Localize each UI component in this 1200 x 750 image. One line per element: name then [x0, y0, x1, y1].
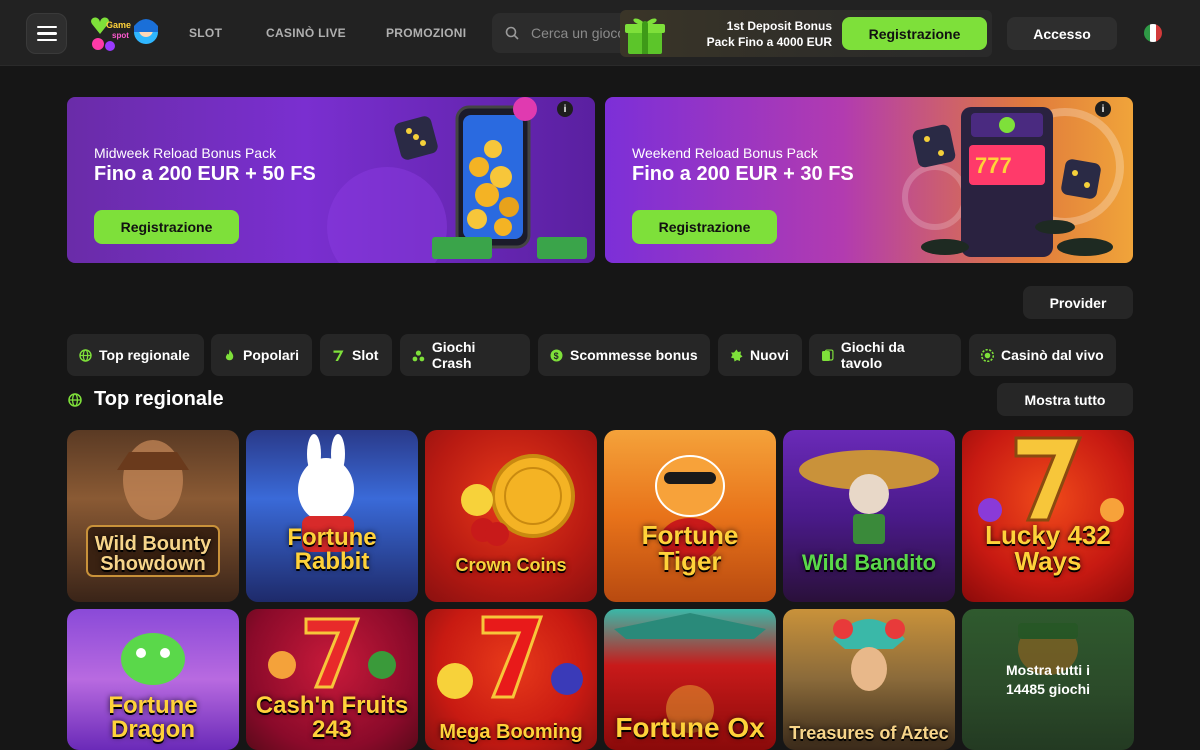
- promo-headline: Fino a 200 EUR + 50 FS: [94, 163, 316, 185]
- rocket-icon: [412, 349, 425, 361]
- promo-register-button[interactable]: Registrazione: [632, 210, 777, 244]
- category-label: Slot: [352, 347, 379, 363]
- flame-icon: [225, 349, 234, 360]
- search-icon: [505, 26, 519, 40]
- section-title: Top regionale: [94, 388, 224, 410]
- show-all-button[interactable]: Mostra tutto: [997, 383, 1133, 416]
- seven-icon: [333, 350, 344, 361]
- game-title: Wild Bandito: [801, 550, 937, 575]
- italy-flag-icon[interactable]: [1144, 24, 1162, 42]
- category-label: Nuovi: [750, 347, 789, 363]
- game-tile-fortune-tiger[interactable]: Fortune Tiger: [604, 430, 776, 602]
- globe-icon: [79, 348, 92, 362]
- register-button[interactable]: Registrazione: [842, 17, 987, 50]
- nav-slot[interactable]: SLOT: [189, 26, 222, 40]
- nav-promozioni[interactable]: PROMOZIONI: [386, 26, 466, 40]
- promo-banner-weekend[interactable]: 777 i Weekend Reload Bonus Pack Fino a 2…: [605, 97, 1133, 263]
- slot-machine-illustration: 777: [902, 107, 1124, 257]
- game-tile-lucky-432-ways[interactable]: Lucky 432 Ways: [962, 430, 1134, 602]
- game-tile-cash-n-fruits-243[interactable]: Cash'n Fruits 243: [246, 609, 418, 750]
- game-title: Fortune Dragon: [108, 692, 198, 743]
- promo-subtitle: Midweek Reload Bonus Pack: [94, 145, 277, 161]
- game-tile-wild-bounty-showdown[interactable]: Wild Bounty Showdown: [67, 430, 239, 602]
- login-button[interactable]: Accesso: [1007, 17, 1117, 50]
- promo-banner-midweek[interactable]: i Midweek Reload Bonus Pack Fino a 200 E…: [67, 97, 595, 263]
- info-icon[interactable]: i: [1095, 101, 1111, 117]
- category-popolari[interactable]: Popolari: [211, 334, 312, 376]
- hamburger-icon: [36, 25, 57, 29]
- category-label: Giochi Crash: [431, 339, 476, 371]
- search-box[interactable]: [492, 13, 632, 53]
- game-tile-wild-bandito[interactable]: Wild Bandito: [783, 430, 955, 602]
- category-casino-dal-vivo[interactable]: Casinò dal vivo: [969, 334, 1116, 376]
- game-title: Wild Bounty Showdown: [94, 533, 212, 575]
- globe-icon: [68, 393, 82, 407]
- svg-text:Game: Game: [106, 20, 131, 30]
- gift-icon: [625, 18, 665, 54]
- game-title: Fortune Ox: [615, 712, 765, 743]
- svg-text:777: 777: [975, 153, 1012, 178]
- promo-headline: Fino a 200 EUR + 30 FS: [632, 163, 854, 185]
- game-title: Cash'n Fruits 243: [255, 692, 409, 743]
- category-nuovi[interactable]: Nuovi: [718, 334, 802, 376]
- cards-icon: [821, 348, 834, 361]
- svg-text:spot: spot: [112, 31, 129, 40]
- promo-subtitle: Weekend Reload Bonus Pack: [632, 145, 818, 161]
- game-title: Treasures of Aztec: [789, 723, 949, 743]
- game-tile-fortune-ox[interactable]: Fortune Ox: [604, 609, 776, 750]
- game-title: Crown Coins: [455, 555, 567, 575]
- coin-icon: $: [550, 349, 563, 361]
- category-label: Casinò dal vivo: [1001, 347, 1104, 363]
- category-scommesse-bonus[interactable]: $ Scommesse bonus: [538, 334, 710, 376]
- category-giochi-da-tavolo[interactable]: Giochi da tavolo: [809, 334, 961, 376]
- game-tile-fortune-dragon[interactable]: Fortune Dragon: [67, 609, 239, 750]
- star-badge-icon: [731, 349, 743, 361]
- game-title: Fortune Rabbit: [287, 524, 377, 575]
- provider-button[interactable]: Provider: [1023, 286, 1133, 319]
- category-label: Popolari: [243, 347, 300, 363]
- gamespot-logo[interactable]: Game spot: [86, 14, 160, 52]
- game-title: Lucky 432 Ways: [985, 520, 1111, 576]
- game-title: Fortune Tiger: [641, 520, 739, 576]
- show-all-games-tile[interactable]: Mostra tutti i 14485 giochi: [962, 609, 1134, 750]
- deposit-bonus-text: 1st Deposit Bonus Pack Fino a 4000 EUR: [706, 19, 832, 49]
- game-tile-mega-booming[interactable]: Mega Booming: [425, 609, 597, 750]
- show-all-games-text: Mostra tutti i 14485 giochi: [1005, 661, 1091, 697]
- phone-coins-illustration: [327, 97, 587, 263]
- search-input[interactable]: [531, 25, 631, 41]
- category-label: Giochi da tavolo: [840, 339, 905, 371]
- nav-casino-live[interactable]: CASINÒ LIVE: [266, 26, 346, 40]
- info-icon[interactable]: i: [557, 101, 573, 117]
- category-giochi-crash[interactable]: Giochi Crash: [400, 334, 530, 376]
- game-tile-crown-coins[interactable]: Crown Coins: [425, 430, 597, 602]
- top-header: Game spot SLOT CASINÒ LIVE PROMOZIONI 1s…: [0, 0, 1200, 66]
- category-slot[interactable]: Slot: [320, 334, 392, 376]
- game-tile-treasures-of-aztec[interactable]: Treasures of Aztec: [783, 609, 955, 750]
- promo-register-button[interactable]: Registrazione: [94, 210, 239, 244]
- game-tile-fortune-rabbit[interactable]: Fortune Rabbit: [246, 430, 418, 602]
- game-title: Mega Booming: [439, 721, 583, 743]
- menu-button[interactable]: [26, 13, 67, 54]
- category-label: Top regionale: [99, 347, 190, 363]
- category-label: Scommesse bonus: [570, 347, 698, 363]
- svg-text:$: $: [554, 351, 559, 361]
- category-top-regionale[interactable]: Top regionale: [67, 334, 204, 376]
- chip-icon: [981, 348, 994, 362]
